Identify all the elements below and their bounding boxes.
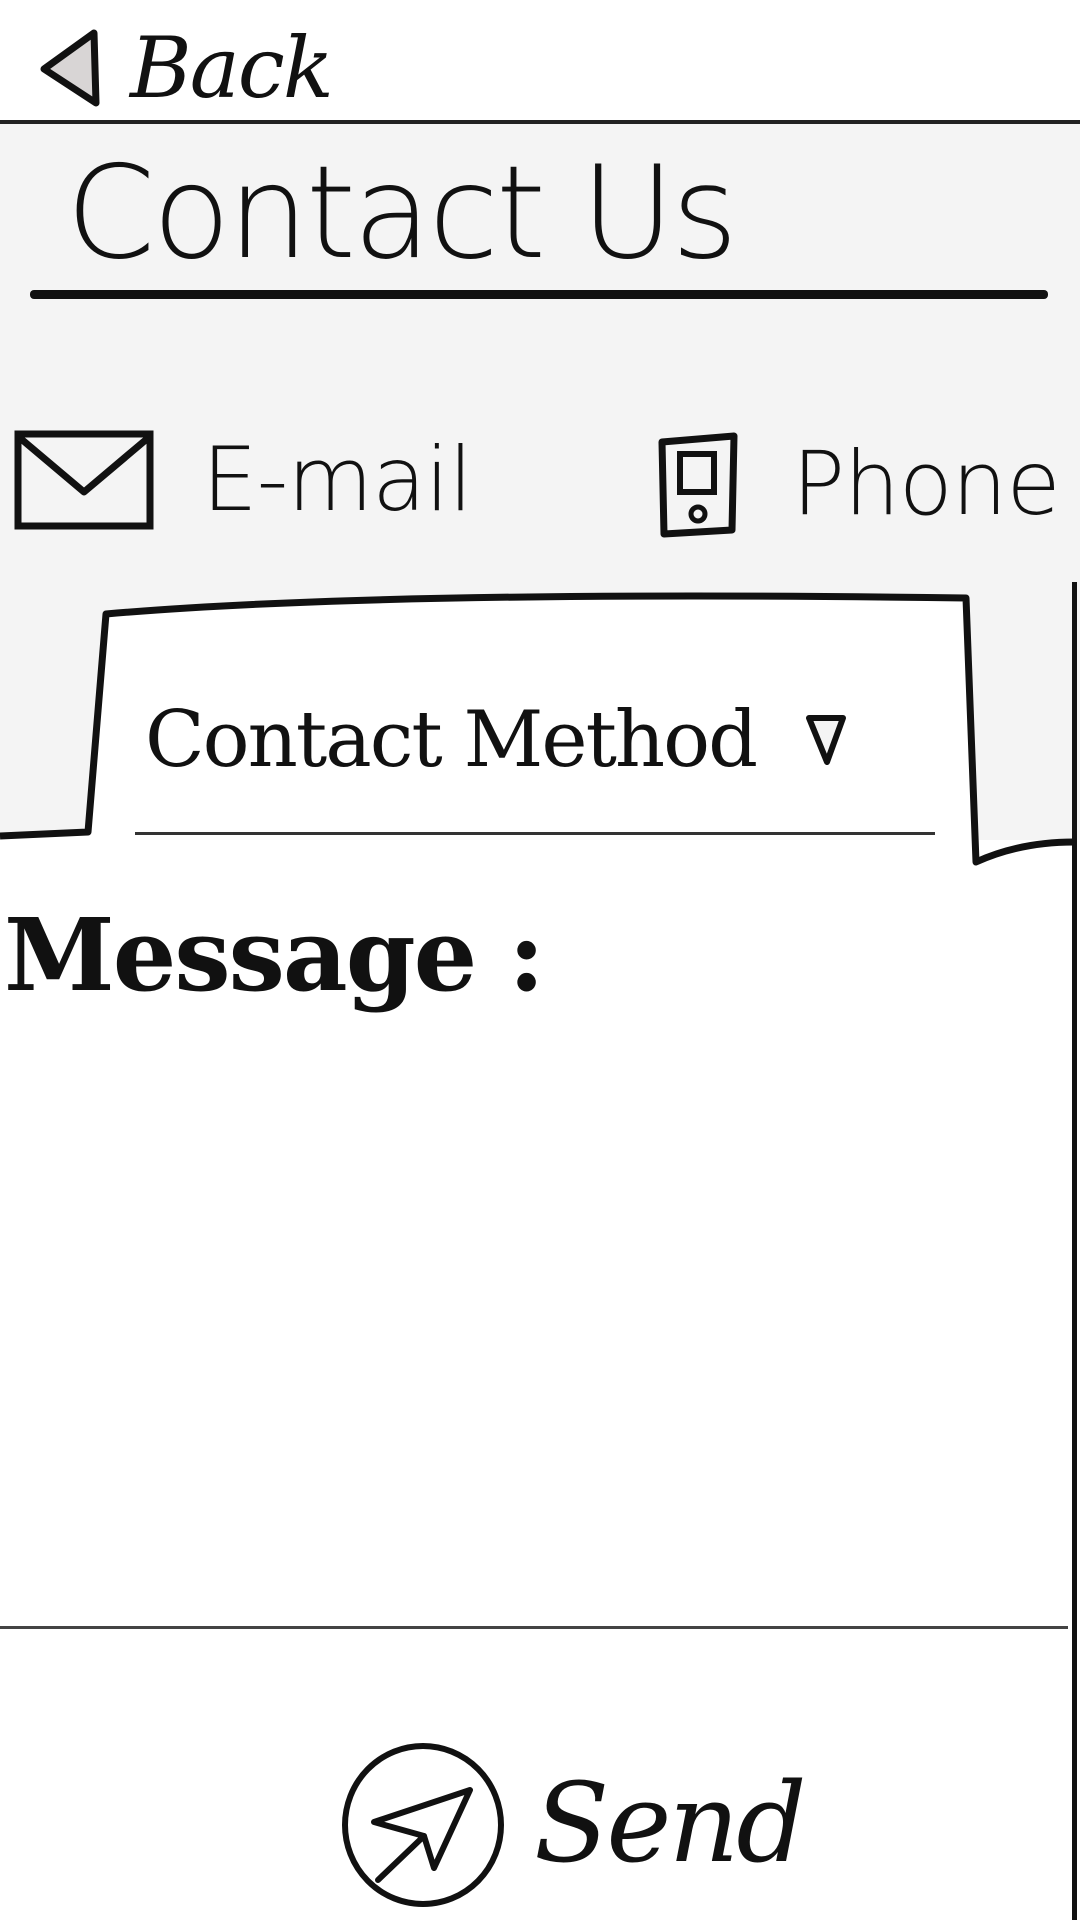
- message-bottom-divider: [0, 1626, 1068, 1629]
- header-divider: [0, 120, 1080, 124]
- back-triangle-icon: [40, 29, 100, 107]
- dropdown-triangle-icon: [806, 715, 847, 765]
- send-button[interactable]: Send: [338, 1738, 807, 1908]
- form-right-border: [1072, 582, 1077, 1920]
- back-button[interactable]: Back: [36, 18, 334, 118]
- contact-method-underline: [135, 832, 935, 835]
- email-label: E-mail: [202, 428, 473, 531]
- message-label: Message :: [4, 896, 545, 1014]
- send-label: Send: [534, 1759, 807, 1887]
- title-underline: [30, 290, 1048, 299]
- contact-method-label: Contact Method: [145, 695, 758, 785]
- phone-label: Phone: [792, 432, 1061, 535]
- contact-method-dropdown[interactable]: Contact Method: [145, 690, 925, 790]
- envelope-icon: [14, 430, 154, 530]
- page-title: Contact Us: [66, 139, 738, 288]
- phone-icon: [658, 432, 738, 538]
- phone-option[interactable]: Phone: [656, 430, 1061, 538]
- paper-plane-icon: [342, 1743, 504, 1907]
- back-label: Back: [130, 19, 334, 117]
- message-input[interactable]: [0, 1030, 1068, 1622]
- email-option[interactable]: E-mail: [14, 428, 473, 531]
